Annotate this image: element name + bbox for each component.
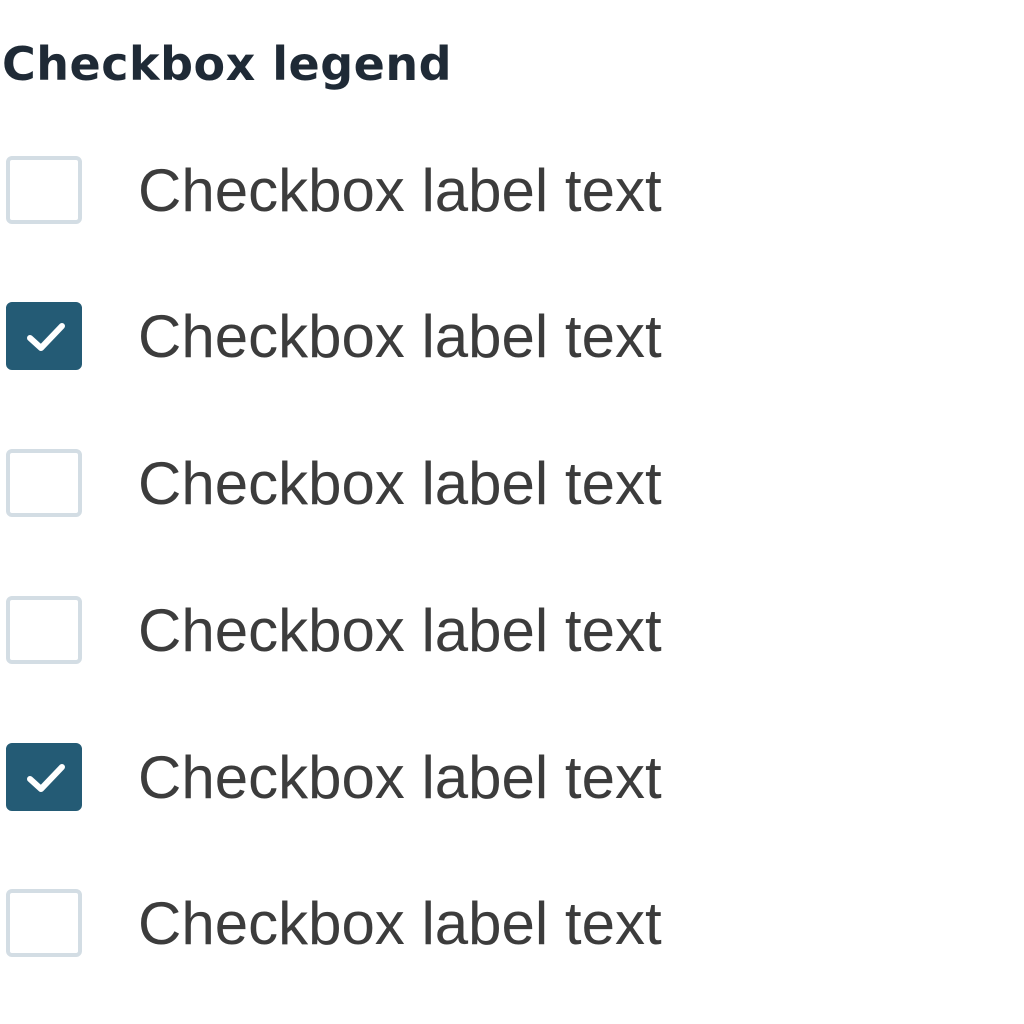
checkbox-label-3[interactable]: Checkbox label text [138,447,662,521]
checkbox-3[interactable] [6,449,82,517]
checkmark-icon [27,764,65,792]
checkbox-option-2[interactable]: Checkbox label text [0,292,760,382]
checkbox-4[interactable] [6,596,82,664]
checkbox-label-6[interactable]: Checkbox label text [138,887,662,961]
checkbox-5[interactable] [6,743,82,811]
checkbox-option-6[interactable]: Checkbox label text [0,879,760,969]
checkbox-6[interactable] [6,889,82,957]
checkbox-label-2[interactable]: Checkbox label text [138,300,662,374]
checkmark-icon [27,323,65,351]
checkbox-option-1[interactable]: Checkbox label text [0,146,760,236]
checkbox-label-4[interactable]: Checkbox label text [138,594,662,668]
checkbox-2[interactable] [6,302,82,370]
checkbox-legend: Checkbox legend [2,37,453,91]
checkbox-option-3[interactable]: Checkbox label text [0,439,760,529]
checkbox-group: Checkbox legend Checkbox label text Chec… [0,0,1024,1024]
checkbox-option-5[interactable]: Checkbox label text [0,733,760,823]
checkbox-label-1[interactable]: Checkbox label text [138,154,662,228]
checkbox-label-5[interactable]: Checkbox label text [138,741,662,815]
checkbox-option-4[interactable]: Checkbox label text [0,586,760,676]
checkbox-1[interactable] [6,156,82,224]
